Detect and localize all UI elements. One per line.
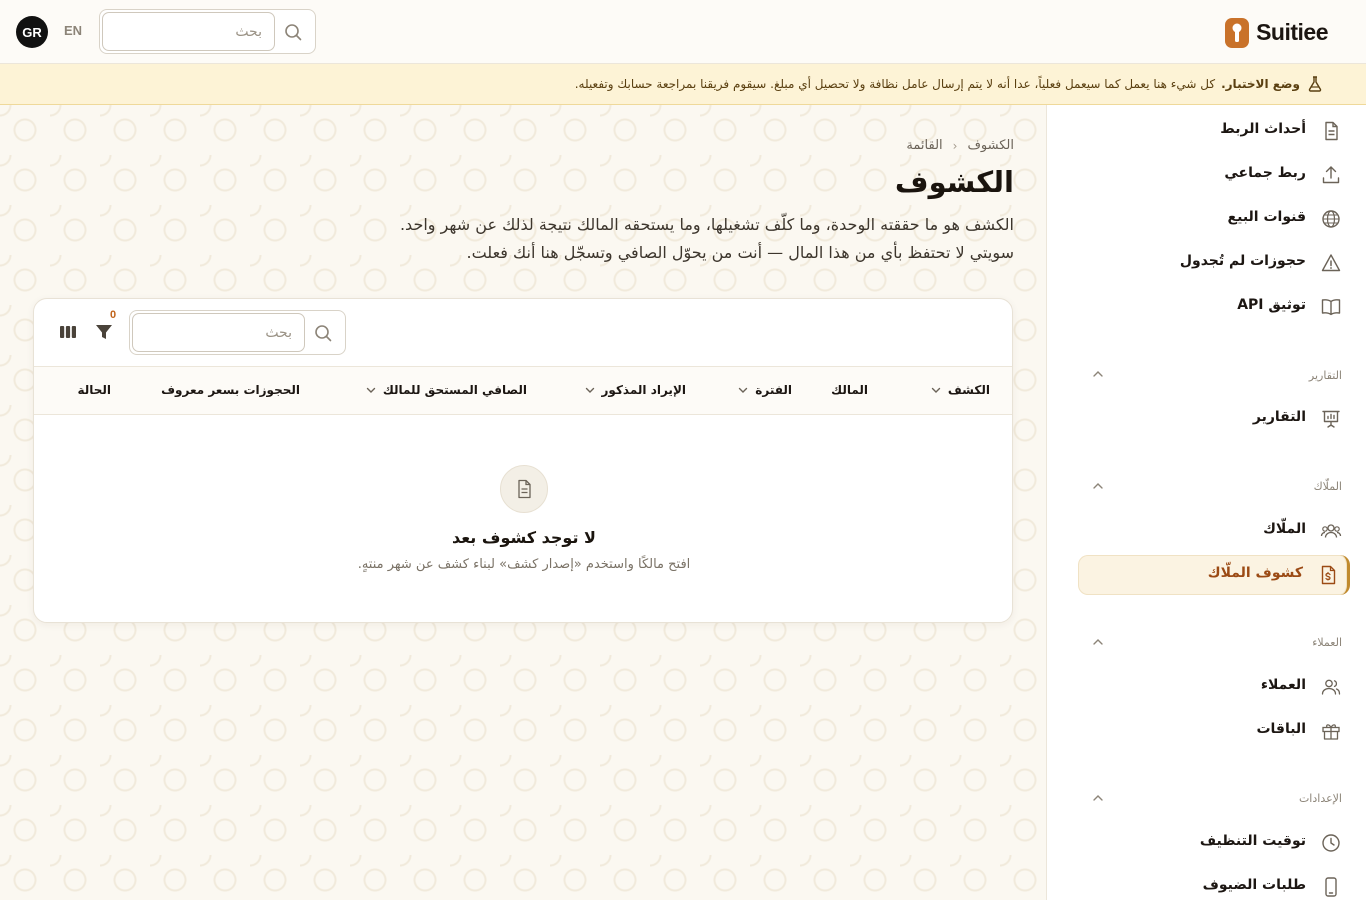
column-label: الإيراد المذكور — [601, 383, 686, 397]
column-header-status[interactable]: الحالة — [77, 383, 111, 397]
table-header: الكشف المالك الفترة الإيراد المذكور الصا… — [34, 366, 1012, 415]
language-toggle[interactable]: EN — [64, 23, 82, 38]
column-label: الحالة — [77, 383, 111, 397]
sidebar-item-label: ربط جماعي — [1224, 165, 1306, 181]
page-description: الكشف هو ما حققته الوحدة، وما كلّف تشغيل… — [314, 211, 1014, 267]
page-title: الكشوف — [894, 165, 1014, 199]
top-header: Suitiee بحث EN GR — [0, 0, 1366, 64]
search-icon — [315, 325, 332, 342]
column-header-statement[interactable]: الكشف — [930, 383, 990, 397]
test-mode-banner: وضع الاختبار. كل شيء هنا يعمل كما سيعمل … — [0, 64, 1366, 105]
column-header-net-due[interactable]: الصافي المستحق للمالك — [365, 383, 527, 397]
description-line-2: سويتي لا تحتفظ بأي من هذا المال — أنت من… — [466, 243, 1014, 262]
column-header-reported-revenue[interactable]: الإيراد المذكور — [584, 383, 686, 397]
globe-icon — [1322, 210, 1340, 228]
chevron-left-icon: ‹ — [952, 138, 958, 153]
sidebar-item-label: توثيق API — [1237, 297, 1306, 313]
users-icon — [1321, 679, 1341, 695]
sidebar-item-sales-channels[interactable]: قنوات البيع — [1078, 199, 1350, 239]
banner-title: وضع الاختبار. — [1221, 77, 1300, 91]
empty-state-title: لا توجد كشوف بعد — [452, 528, 596, 547]
filter-count-badge: 0 — [110, 309, 117, 321]
main-content: الكشوف ‹ القائمة الكشوف الكشف هو ما حققت… — [0, 105, 1046, 900]
sidebar-item-label: كشوف الملّاك — [1207, 565, 1303, 581]
sidebar-item-label: طلبات الضيوف — [1202, 877, 1306, 893]
warning-icon — [1321, 254, 1341, 272]
sidebar-item-owners[interactable]: الملّاك — [1078, 511, 1350, 551]
global-search[interactable]: بحث — [99, 9, 316, 54]
section-title-owners: الملّاك — [1313, 480, 1342, 493]
column-label: الحجوزات بسعر معروف — [161, 383, 300, 397]
sidebar-item-webhook-events[interactable]: أحداث الربط — [1078, 111, 1350, 151]
presentation-chart-icon — [1322, 410, 1340, 428]
table-search-input[interactable]: بحث — [132, 313, 305, 352]
document-icon — [518, 479, 531, 499]
filter-icon[interactable] — [94, 322, 114, 342]
document-icon — [1325, 121, 1338, 141]
search-icon — [285, 24, 302, 41]
sidebar-item-label: الملّاك — [1263, 521, 1306, 537]
sidebar-item-guest-requests[interactable]: طلبات الضيوف — [1078, 867, 1350, 900]
section-title-customers: العملاء — [1312, 636, 1342, 649]
flask-icon — [1308, 76, 1322, 92]
sidebar-item-label: العملاء — [1260, 677, 1306, 693]
chevron-down-icon — [739, 387, 748, 393]
chevron-up-icon[interactable] — [1091, 791, 1105, 805]
breadcrumb-item-statements[interactable]: الكشوف — [967, 138, 1014, 153]
chevron-up-icon[interactable] — [1091, 367, 1105, 381]
sidebar-item-label: الباقات — [1256, 721, 1306, 737]
global-search-input[interactable]: بحث — [102, 12, 275, 51]
sidebar-item-unscheduled-bookings[interactable]: حجوزات لم تُجدول — [1078, 243, 1350, 283]
description-line-1: الكشف هو ما حققته الوحدة، وما كلّف تشغيل… — [399, 215, 1014, 234]
book-icon — [1321, 299, 1341, 316]
breadcrumb: الكشوف ‹ القائمة — [906, 138, 1014, 153]
chevron-down-icon — [585, 387, 594, 393]
sidebar-item-label: توقيت التنظيف — [1199, 833, 1306, 849]
sidebar-item-label: أحداث الربط — [1220, 121, 1306, 137]
sidebar-item-label: حجوزات لم تُجدول — [1179, 253, 1306, 269]
column-label: الفترة — [755, 383, 792, 397]
column-header-owner[interactable]: المالك — [831, 383, 868, 397]
empty-state-icon — [500, 465, 548, 513]
keyhole-logo-icon — [1225, 18, 1250, 48]
column-label: الكشف — [947, 383, 990, 397]
column-label: الصافي المستحق للمالك — [382, 383, 527, 397]
breadcrumb-item-list: القائمة — [906, 138, 943, 153]
users-group-icon — [1320, 524, 1342, 538]
sidebar-item-owner-statements[interactable]: كشوف الملّاك — [1078, 555, 1350, 595]
sidebar-item-cleaning-timing[interactable]: توقيت التنظيف — [1078, 823, 1350, 863]
table-search[interactable]: بحث — [129, 310, 346, 355]
chevron-up-icon[interactable] — [1091, 479, 1105, 493]
user-avatar[interactable]: GR — [16, 16, 48, 48]
brand-logo[interactable]: Suitiee — [1224, 15, 1328, 49]
banner-message: كل شيء هنا يعمل كما سيعمل فعلياً، عدا أن… — [574, 77, 1216, 91]
column-header-known-price-bookings[interactable]: الحجوزات بسعر معروف — [161, 383, 300, 397]
statements-table-card: بحث 0 الكشف المالك الفترة الإيراد المذكو… — [33, 298, 1013, 623]
sidebar-item-label: قنوات البيع — [1227, 209, 1306, 225]
sidebar-item-label: التقارير — [1252, 409, 1306, 425]
chevron-up-icon[interactable] — [1091, 635, 1105, 649]
sidebar-item-bulk-link[interactable]: ربط جماعي — [1078, 155, 1350, 195]
money-document-icon — [1321, 565, 1336, 585]
upload-icon — [1322, 166, 1340, 184]
sidebar-item-api-docs[interactable]: توثيق API — [1078, 287, 1350, 327]
sidebar-item-packages[interactable]: الباقات — [1078, 711, 1350, 751]
section-title-settings: الإعدادات — [1298, 792, 1342, 805]
sidebar-item-reports[interactable]: التقارير — [1078, 399, 1350, 439]
brand-name: Suitiee — [1256, 18, 1328, 45]
columns-icon[interactable] — [58, 322, 78, 342]
column-label: المالك — [831, 383, 868, 397]
empty-state-subtitle: افتح مالكًا واستخدم «إصدار كشف» لبناء كش… — [357, 557, 691, 572]
sidebar: أحداث الربط ربط جماعي قنوات البيع حجوزات… — [1046, 105, 1366, 900]
section-title-reports: التقارير — [1308, 369, 1342, 382]
column-header-period[interactable]: الفترة — [737, 383, 792, 397]
gift-icon — [1322, 724, 1340, 740]
sidebar-item-customers[interactable]: العملاء — [1078, 667, 1350, 707]
chevron-down-icon — [931, 387, 941, 393]
chevron-down-icon — [366, 387, 376, 393]
clock-icon — [1322, 834, 1340, 852]
mobile-icon — [1325, 877, 1337, 897]
